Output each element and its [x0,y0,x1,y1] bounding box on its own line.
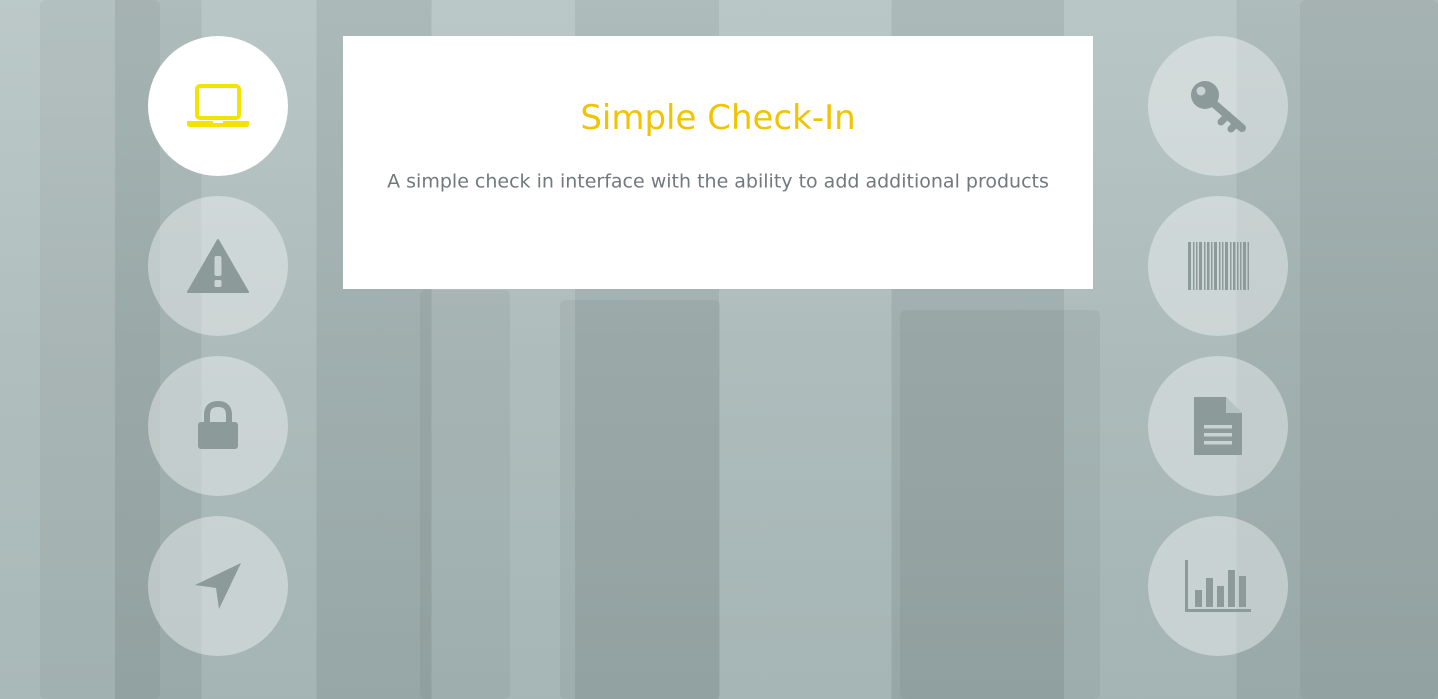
card-description: A simple check in interface with the abi… [387,170,1049,193]
key-nav-button[interactable] [1148,36,1288,176]
feature-card: Simple Check-In A simple check in interf… [343,36,1093,289]
laptop-nav-button[interactable] [148,36,288,176]
warning-nav-button[interactable] [148,196,288,336]
barcode-nav-button[interactable] [1148,196,1288,336]
navigation-arrow-icon [193,561,243,611]
analytics-nav-button[interactable] [1148,516,1288,656]
document-icon [1192,395,1244,457]
barcode-icon [1187,242,1249,290]
bar-chart-icon [1183,558,1253,614]
navigation-nav-button[interactable] [148,516,288,656]
lock-icon [196,401,240,451]
key-icon [1188,78,1248,134]
document-nav-button[interactable] [1148,356,1288,496]
lock-nav-button[interactable] [148,356,288,496]
warning-icon [187,238,249,294]
card-title: Simple Check-In [580,98,856,138]
laptop-icon [185,83,251,129]
